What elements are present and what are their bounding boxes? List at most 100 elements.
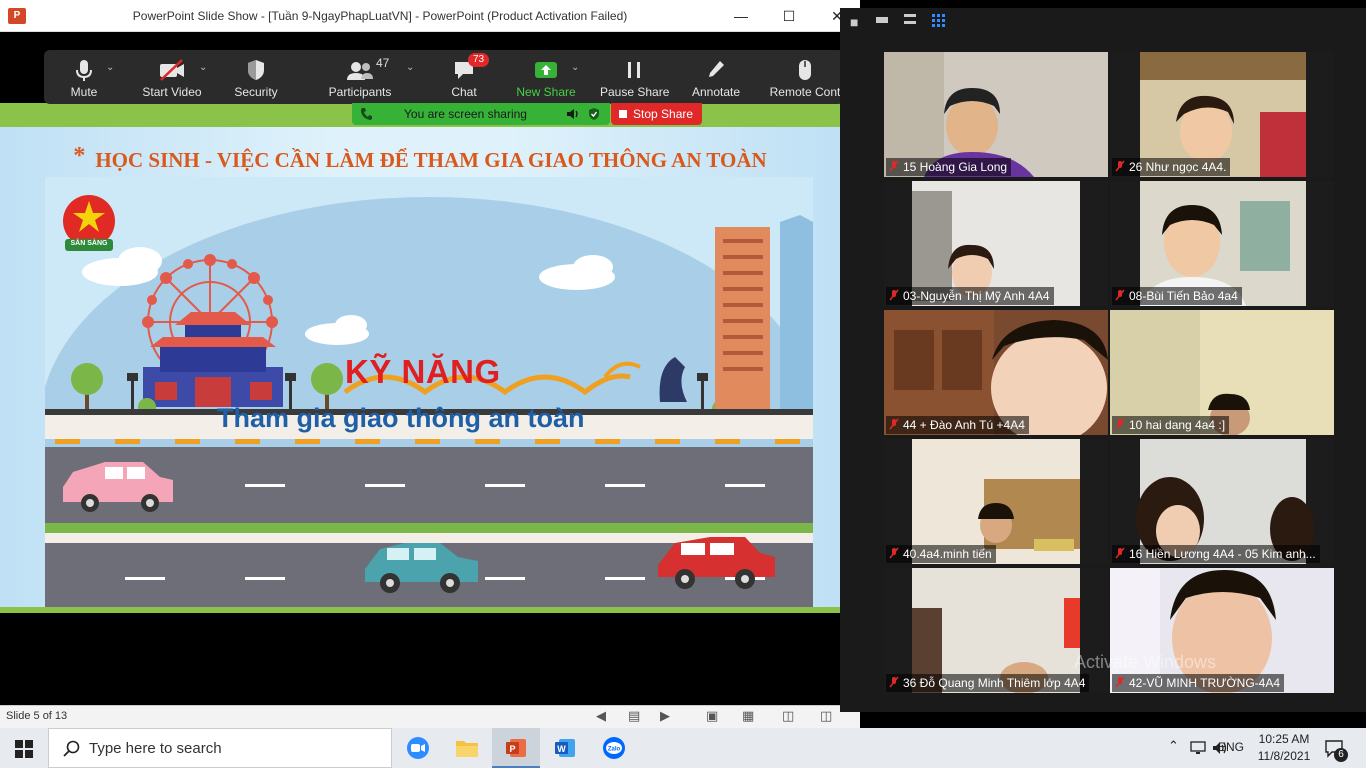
taskbar-powerpoint-app[interactable]: P bbox=[492, 728, 540, 768]
screen-sharing-banner: You are screen sharing bbox=[352, 103, 610, 125]
pause-icon bbox=[628, 62, 640, 78]
speaker-view-icon[interactable] bbox=[904, 14, 916, 24]
share-screen-icon bbox=[535, 62, 557, 78]
taskbar-zoom-app[interactable] bbox=[394, 728, 442, 768]
video-off-icon bbox=[160, 59, 184, 81]
heading-text: HỌC SINH - VIỆC CẦN LÀM ĐỂ THAM GIA GIAO… bbox=[95, 148, 767, 172]
muted-mic-icon bbox=[1115, 418, 1125, 430]
participants-count: 47 bbox=[376, 56, 390, 70]
participant-tile[interactable]: 15 Hoàng Gia Long bbox=[884, 52, 1108, 177]
slide-illustration: SẴN SÀNG KỸ NĂNG Tham gia giao thông an … bbox=[45, 177, 813, 611]
security-button[interactable]: Security bbox=[228, 50, 284, 104]
reading-view-icon[interactable]: ◫ bbox=[782, 708, 794, 724]
mute-label: Mute bbox=[70, 85, 98, 99]
menu-icon[interactable]: ■ bbox=[850, 14, 858, 30]
gallery-header: ■ bbox=[840, 8, 1366, 40]
participant-tile[interactable]: 16 Hiền Lương 4A4 - 05 Kim anh... bbox=[1110, 439, 1334, 564]
powerpoint-window: P PowerPoint Slide Show - [Tuần 9-NgayPh… bbox=[0, 0, 860, 728]
powerpoint-titlebar: P PowerPoint Slide Show - [Tuần 9-NgayPh… bbox=[0, 0, 860, 32]
next-slide-icon[interactable]: ▶ bbox=[660, 708, 670, 724]
taskbar-zalo-app[interactable]: Zalo bbox=[590, 728, 638, 768]
stop-share-button[interactable]: Stop Share bbox=[611, 103, 702, 125]
participant-name: 03-Nguyễn Thị Mỹ Anh 4A4 bbox=[886, 287, 1054, 305]
previous-slide-icon[interactable]: ◀ bbox=[596, 708, 606, 724]
slide-menu-icon[interactable]: ▤ bbox=[628, 708, 640, 724]
participant-tile[interactable]: 44 + Đào Anh Tú +4A4 bbox=[884, 310, 1108, 435]
youth-union-logo-icon bbox=[63, 195, 115, 251]
show-hidden-icons-icon[interactable]: ⌃ bbox=[1168, 738, 1179, 754]
slideshow-view-icon[interactable]: ◫ bbox=[820, 708, 832, 724]
pause-share-label: Pause Share bbox=[600, 85, 670, 99]
muted-mic-icon bbox=[1115, 160, 1125, 172]
muted-mic-icon bbox=[889, 547, 899, 559]
participant-tile[interactable]: 03-Nguyễn Thị Mỹ Anh 4A4 bbox=[884, 181, 1108, 306]
chat-label: Chat bbox=[451, 85, 477, 99]
svg-text:P: P bbox=[509, 744, 515, 754]
muted-mic-icon bbox=[1115, 676, 1125, 688]
minimize-button[interactable]: — bbox=[718, 0, 764, 32]
notification-count-badge: 6 bbox=[1334, 748, 1348, 762]
participant-tile[interactable]: 40.4a4.minh tiến bbox=[884, 439, 1108, 564]
participant-tile[interactable]: 08-Bùi Tiến Bảo 4a4 bbox=[1110, 181, 1334, 306]
muted-mic-icon bbox=[889, 289, 899, 301]
participant-tile[interactable]: 10 hai dang 4a4 :] bbox=[1110, 310, 1334, 435]
slide-heading: * HỌC SINH - VIỆC CẦN LÀM ĐỂ THAM GIA GIA… bbox=[0, 143, 840, 173]
shield-check-icon bbox=[589, 108, 599, 120]
logo-text: SẴN SÀNG bbox=[70, 240, 108, 247]
annotate-button[interactable]: Annotate bbox=[684, 50, 748, 104]
maximize-button[interactable]: ☐ bbox=[766, 0, 812, 32]
slide-bottom-bar bbox=[0, 607, 840, 613]
speaker-icon bbox=[567, 109, 578, 119]
normal-view-icon[interactable]: ▣ bbox=[706, 708, 718, 724]
start-video-button[interactable]: Start Video bbox=[140, 50, 204, 104]
activate-windows-watermark: Activate Windows bbox=[1074, 652, 1217, 672]
participant-name: 40.4a4.minh tiến bbox=[886, 545, 996, 563]
minimize-icon[interactable] bbox=[876, 17, 888, 23]
taskbar-search-box[interactable]: Type here to search bbox=[48, 728, 392, 768]
participant-name: 42-VŨ MINH TRƯỜNG-4A4 bbox=[1112, 674, 1285, 692]
mute-button[interactable]: Mute bbox=[54, 50, 114, 104]
participant-name: 44 + Đào Anh Tú +4A4 bbox=[886, 416, 1029, 434]
pencil-icon bbox=[709, 61, 724, 77]
file-explorer-icon bbox=[456, 741, 478, 757]
slide-sorter-icon[interactable]: ▦ bbox=[742, 708, 754, 724]
city-road-illustration bbox=[45, 177, 813, 611]
new-share-button[interactable]: New Share bbox=[512, 50, 580, 104]
zoom-gallery-view: ■ 15 Hoàng Gia Long 26 Như ngọc 4A4. 03-… bbox=[840, 8, 1366, 712]
participant-tile[interactable]: 36 Đỗ Quang Minh Thiêm lớp 4A4 bbox=[884, 568, 1108, 693]
language-indicator[interactable]: ENG bbox=[1218, 740, 1244, 754]
taskbar-file-explorer-app[interactable] bbox=[443, 728, 491, 768]
remote-control-button[interactable]: Remote Cont bbox=[766, 50, 844, 104]
chevron-down-icon[interactable]: ⌄ bbox=[406, 62, 414, 73]
annotate-label: Annotate bbox=[691, 85, 741, 99]
powerpoint-status-bar: Slide 5 of 13 ◀ ▤ ▶ ▣ ▦ ◫ ◫ bbox=[0, 705, 860, 728]
window-title: PowerPoint Slide Show - [Tuần 9-NgayPhap… bbox=[132, 9, 628, 23]
muted-mic-icon bbox=[889, 676, 899, 688]
svg-text:Zalo: Zalo bbox=[608, 747, 621, 753]
gallery-view-icon[interactable] bbox=[932, 14, 946, 28]
clock-time[interactable]: 10:25 AM bbox=[1254, 732, 1314, 746]
slide-title-sub: Tham gia giao thông an toàn bbox=[217, 403, 585, 433]
remote-control-label: Remote Cont bbox=[769, 85, 841, 99]
search-placeholder: Type here to search bbox=[89, 740, 222, 757]
security-label: Security bbox=[234, 85, 278, 99]
chevron-down-icon[interactable]: ⌄ bbox=[199, 62, 207, 73]
network-icon[interactable] bbox=[1190, 741, 1206, 755]
heading-bullet: * bbox=[73, 143, 86, 169]
muted-mic-icon bbox=[889, 160, 899, 172]
mouse-icon bbox=[799, 60, 811, 80]
chevron-down-icon[interactable]: ⌄ bbox=[106, 62, 114, 73]
clock-date[interactable]: 11/8/2021 bbox=[1254, 749, 1314, 763]
muted-mic-icon bbox=[889, 418, 899, 430]
chevron-down-icon[interactable]: ⌄ bbox=[571, 62, 579, 73]
windows-start-icon[interactable] bbox=[15, 740, 33, 758]
participant-tile[interactable]: 42-VŨ MINH TRƯỜNG-4A4 bbox=[1110, 568, 1334, 693]
taskbar-word-app[interactable]: W bbox=[541, 728, 589, 768]
pause-share-button[interactable]: Pause Share bbox=[600, 50, 670, 104]
participants-icon bbox=[347, 62, 373, 80]
svg-text:W: W bbox=[557, 744, 566, 754]
stop-share-label: Stop Share bbox=[633, 107, 694, 121]
shield-icon bbox=[248, 60, 264, 80]
slide: * HỌC SINH - VIỆC CẦN LÀM ĐỂ THAM GIA GIA… bbox=[0, 103, 840, 613]
participant-tile[interactable]: 26 Như ngọc 4A4. bbox=[1110, 52, 1334, 177]
